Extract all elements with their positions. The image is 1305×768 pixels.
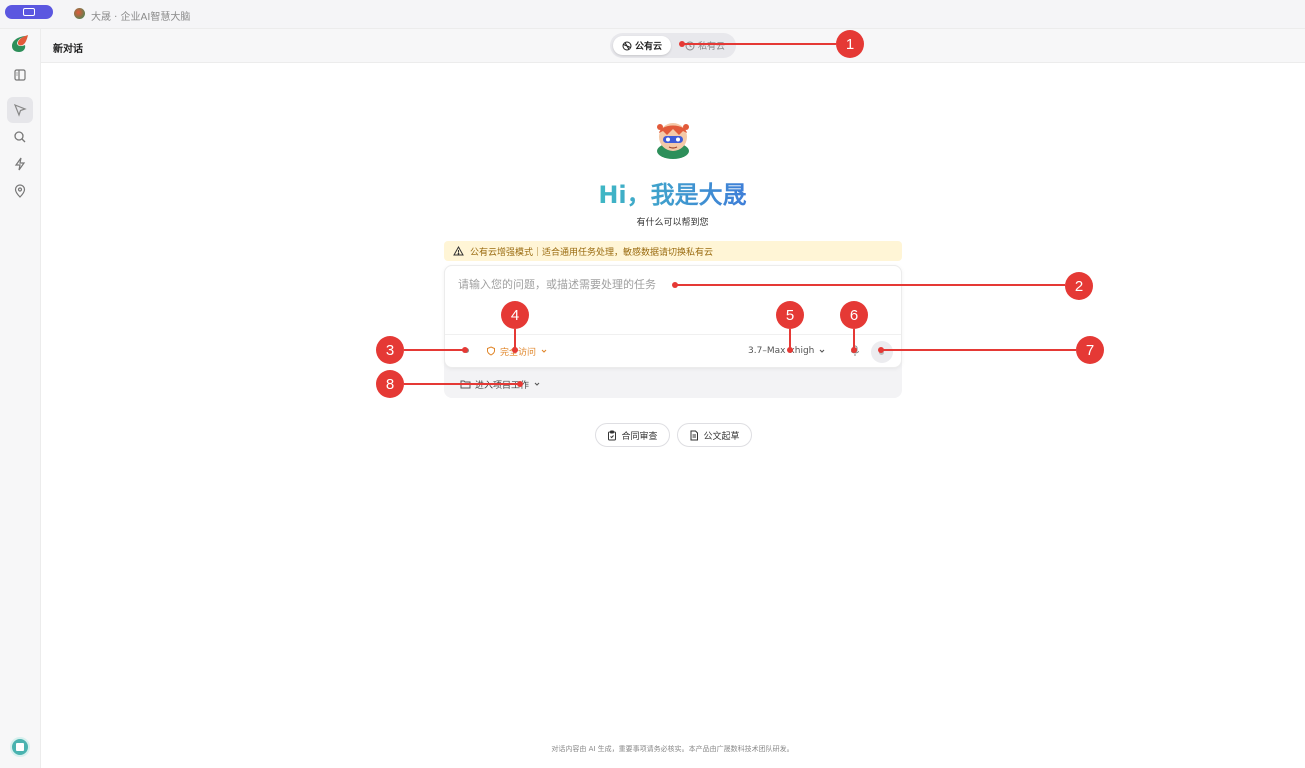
- chevron-down-icon: [541, 349, 547, 353]
- clipboard-check-icon: [608, 430, 617, 440]
- public-cloud-label: 公有云: [634, 42, 662, 52]
- callout-7-leader: [881, 349, 1076, 351]
- callout-1: 1: [836, 30, 864, 58]
- warning-icon: [453, 246, 464, 256]
- brand-logo-icon: [12, 35, 28, 52]
- callout-3-anchor: [462, 347, 468, 353]
- globe-icon: [622, 41, 632, 50]
- contract-review-label: 合同审查: [621, 431, 658, 442]
- model-label: 3.7–Max: [748, 346, 786, 356]
- tab-private-cloud[interactable]: 私有云: [678, 36, 732, 55]
- effort-label: xhigh: [789, 346, 815, 356]
- chevron-down-icon: [819, 349, 825, 353]
- window-switch-button[interactable]: [5, 5, 53, 19]
- callout-6: 6: [840, 301, 868, 329]
- callout-3: 3: [376, 336, 404, 364]
- greeting-subtitle: 有什么可以帮到您: [636, 218, 709, 228]
- mode-warning-banner: 公有云增强模式｜适合通用任务处理，敏感数据请切换私有云: [444, 241, 902, 261]
- lightning-icon[interactable]: [12, 156, 28, 172]
- shield-icon: [685, 41, 695, 50]
- window-icon: [23, 8, 35, 16]
- private-cloud-label: 私有云: [697, 42, 725, 52]
- cloud-mode-toggle: 公有云 私有云: [610, 33, 736, 58]
- callout-8-anchor: [517, 381, 523, 387]
- header: 新对话 公有云 私有云: [41, 29, 1305, 63]
- callout-4-anchor: [512, 347, 518, 353]
- callout-7: 7: [1076, 336, 1104, 364]
- shield-icon: [487, 346, 495, 356]
- quick-action-contract-review[interactable]: 合同审查: [595, 423, 670, 447]
- chevron-down-icon: [534, 382, 540, 386]
- search-icon[interactable]: [12, 129, 28, 145]
- callout-6-anchor: [851, 347, 857, 353]
- greeting-heading: Hi，我是大晟: [598, 181, 747, 209]
- footer-disclaimer: 对话内容由 AI 生成，重要事项请务必核实。本产品由广晟数科技术团队研发。: [551, 745, 794, 753]
- quick-action-document-drafting[interactable]: 公文起草: [677, 423, 752, 447]
- panel-icon[interactable]: [12, 67, 28, 83]
- callout-8-leader: [404, 383, 520, 385]
- app-logo-icon: [74, 8, 85, 19]
- warning-text: 公有云增强模式｜适合通用任务处理，敏感数据请切换私有云: [470, 247, 714, 258]
- document-icon: [690, 430, 699, 440]
- callout-2: 2: [1065, 272, 1093, 300]
- page-title: 新对话: [53, 44, 83, 55]
- access-mode-label: 完全访问: [500, 347, 537, 358]
- mascot-avatar: [657, 123, 689, 159]
- callout-3-leader: [404, 349, 465, 351]
- tab-public-cloud[interactable]: 公有云: [613, 36, 671, 55]
- callout-2-leader: [675, 284, 1065, 286]
- window-title: 大晟 · 企业AI智慧大脑: [91, 12, 191, 23]
- title-bar: 大晟 · 企业AI智慧大脑: [0, 0, 1305, 29]
- document-drafting-label: 公文起草: [703, 431, 740, 442]
- sidebar: [0, 29, 41, 768]
- cursor-icon: [13, 103, 27, 117]
- callout-8: 8: [376, 370, 404, 398]
- callout-5: 5: [776, 301, 804, 329]
- callout-5-anchor: [787, 347, 793, 353]
- callout-1-leader: [682, 43, 836, 45]
- callout-4: 4: [501, 301, 529, 329]
